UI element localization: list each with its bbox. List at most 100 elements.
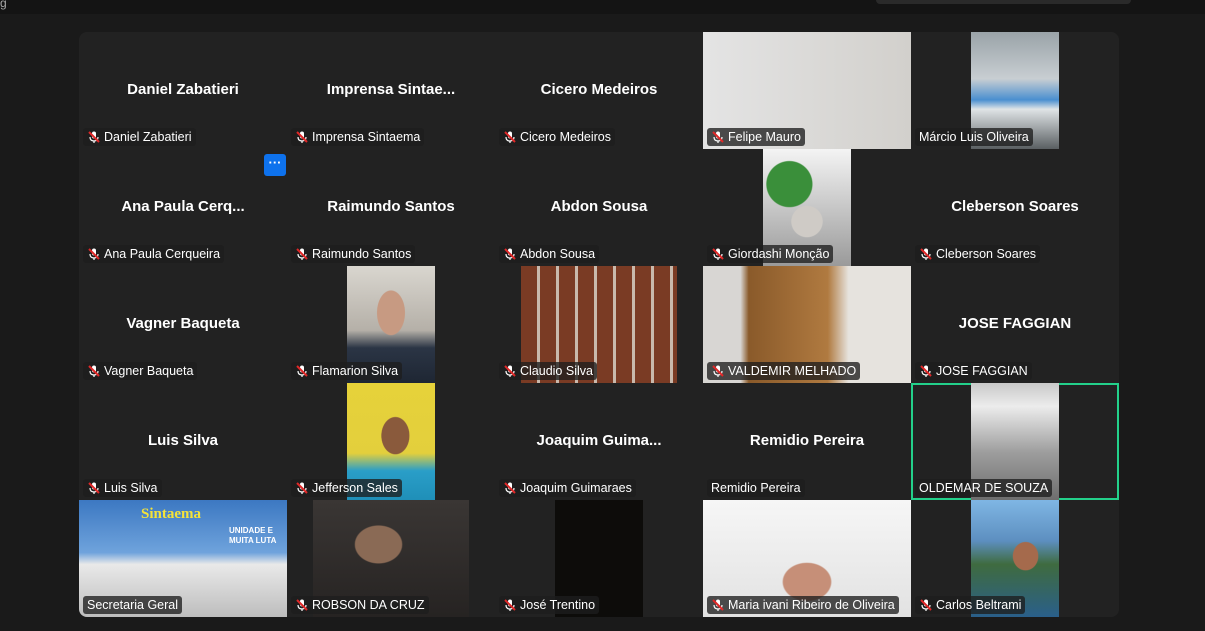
participant-label-text: OLDEMAR DE SOUZA <box>919 481 1049 495</box>
participant-tile[interactable]: Abdon Sousa Abdon Sousa <box>495 149 703 266</box>
participant-label: Giordashi Monção <box>707 245 834 263</box>
participant-name-display: Joaquim Guima... <box>536 432 662 449</box>
participant-label: Cicero Medeiros <box>499 128 616 146</box>
participant-tile-active-speaker[interactable]: OLDEMAR DE SOUZA <box>911 383 1119 500</box>
participant-label-text: Felipe Mauro <box>728 130 801 144</box>
banner-logo: Sintaema <box>141 506 201 522</box>
participant-label-text: Cleberson Soares <box>936 247 1037 261</box>
microphone-muted-icon <box>295 130 309 144</box>
participant-tile[interactable]: Sintaema UNIDADE E MUITA LUTA Secretaria… <box>79 500 287 617</box>
microphone-muted-icon <box>919 364 933 378</box>
participant-label: Claudio Silva <box>499 362 597 380</box>
more-options-button[interactable]: ··· <box>264 154 286 176</box>
participant-name-display: Daniel Zabatieri <box>127 81 239 98</box>
participant-label: JOSE FAGGIAN <box>915 362 1032 380</box>
participant-label-text: Secretaria Geral <box>87 598 179 612</box>
participant-tile[interactable]: Joaquim Guima... Joaquim Guimaraes <box>495 383 703 500</box>
participant-label-text: Imprensa Sintaema <box>312 130 421 144</box>
participant-label: Abdon Sousa <box>499 245 600 263</box>
microphone-muted-icon <box>295 247 309 261</box>
participant-label-text: Daniel Zabatieri <box>104 130 192 144</box>
participant-label-text: Márcio Luis Oliveira <box>919 130 1029 144</box>
microphone-muted-icon <box>295 598 309 612</box>
participant-tile[interactable]: Raimundo Santos Raimundo Santos <box>287 149 495 266</box>
participant-tile[interactable]: Daniel Zabatieri Daniel Zabatieri <box>79 32 287 149</box>
participant-tile[interactable]: Márcio Luis Oliveira <box>911 32 1119 149</box>
microphone-muted-icon <box>503 598 517 612</box>
participant-label: Remidio Pereira <box>707 479 805 497</box>
participant-tile[interactable]: ROBSON DA CRUZ <box>287 500 495 617</box>
participant-name-display: Vagner Baqueta <box>126 315 240 332</box>
participant-label-text: Remidio Pereira <box>711 481 801 495</box>
microphone-muted-icon <box>919 598 933 612</box>
participant-label-text: Carlos Beltrami <box>936 598 1022 612</box>
participant-tile[interactable]: Cleberson Soares Cleberson Soares <box>911 149 1119 266</box>
microphone-muted-icon <box>87 130 101 144</box>
participant-label-text: Jefferson Sales <box>312 481 398 495</box>
participant-name-display: Luis Silva <box>147 432 219 449</box>
participant-tile[interactable]: Luis Silva Luis Silva <box>79 383 287 500</box>
participant-label: Jefferson Sales <box>291 479 402 497</box>
gallery-view: Daniel Zabatieri Daniel Zabatieri Impren… <box>79 32 1119 617</box>
microphone-muted-icon <box>711 364 725 378</box>
participant-label: Luis Silva <box>83 479 162 497</box>
participant-label-text: José Trentino <box>520 598 596 612</box>
participant-name-display: Imprensa Sintae... <box>326 81 456 98</box>
participant-name-display: Cleberson Soares <box>951 198 1079 215</box>
participant-label-text: Claudio Silva <box>520 364 593 378</box>
participant-name-display: JOSE FAGGIAN <box>958 315 1072 332</box>
participant-label-text: Cicero Medeiros <box>520 130 612 144</box>
participant-label: OLDEMAR DE SOUZA <box>915 479 1053 497</box>
participant-label-text: Joaquim Guimaraes <box>520 481 632 495</box>
participant-label: Maria ivani Ribeiro de Oliveira <box>707 596 899 614</box>
participant-name-display: Remidio Pereira <box>749 432 865 449</box>
microphone-muted-icon <box>87 364 101 378</box>
participant-label-text: Abdon Sousa <box>520 247 596 261</box>
participant-label-text: Ana Paula Cerqueira <box>104 247 221 261</box>
participant-label: Joaquim Guimaraes <box>499 479 636 497</box>
participant-tile[interactable]: Claudio Silva <box>495 266 703 383</box>
microphone-muted-icon <box>295 364 309 378</box>
participant-tile[interactable]: Ana Paula Cerq... Ana Paula Cerqueira <box>79 149 287 266</box>
participant-label-text: Raimundo Santos <box>312 247 412 261</box>
microphone-muted-icon <box>503 130 517 144</box>
participant-label: Raimundo Santos <box>291 245 416 263</box>
participant-name-display: Ana Paula Cerq... <box>121 198 245 215</box>
participant-tile[interactable]: Carlos Beltrami <box>911 500 1119 617</box>
participant-name-display: Cicero Medeiros <box>540 81 658 98</box>
top-bar: g <box>0 0 1205 14</box>
participant-tile[interactable]: JOSE FAGGIAN JOSE FAGGIAN <box>911 266 1119 383</box>
participant-tile[interactable]: Jefferson Sales <box>287 383 495 500</box>
participant-label-text: Flamarion Silva <box>312 364 399 378</box>
microphone-muted-icon <box>919 247 933 261</box>
participant-name-display: Raimundo Santos <box>327 198 455 215</box>
participant-tile[interactable]: Flamarion Silva <box>287 266 495 383</box>
participant-label: José Trentino <box>499 596 600 614</box>
participant-tile[interactable]: Imprensa Sintae... Imprensa Sintaema <box>287 32 495 149</box>
participant-tile[interactable]: Maria ivani Ribeiro de Oliveira <box>703 500 911 617</box>
participant-tile[interactable]: Remidio Pereira Remidio Pereira <box>703 383 911 500</box>
microphone-muted-icon <box>503 364 517 378</box>
participant-tile[interactable]: Cicero Medeiros Cicero Medeiros <box>495 32 703 149</box>
participant-tile[interactable]: Felipe Mauro <box>703 32 911 149</box>
microphone-muted-icon <box>503 247 517 261</box>
top-search-box[interactable] <box>876 0 1131 4</box>
participant-label: Carlos Beltrami <box>915 596 1026 614</box>
participant-label-text: ROBSON DA CRUZ <box>312 598 425 612</box>
title-glyph: g <box>0 0 7 10</box>
participant-label: ROBSON DA CRUZ <box>291 596 429 614</box>
participant-label: Márcio Luis Oliveira <box>915 128 1033 146</box>
microphone-muted-icon <box>711 247 725 261</box>
participant-label: Ana Paula Cerqueira <box>83 245 225 263</box>
participant-label: Flamarion Silva <box>291 362 403 380</box>
participant-tile[interactable]: José Trentino <box>495 500 703 617</box>
participant-label: Secretaria Geral <box>83 596 183 614</box>
microphone-muted-icon <box>711 598 725 612</box>
participant-label: Vagner Baqueta <box>83 362 198 380</box>
participant-label: Daniel Zabatieri <box>83 128 196 146</box>
banner-slogan-2: MUITA LUTA <box>229 536 277 545</box>
participant-tile[interactable]: Giordashi Monção <box>703 149 911 266</box>
participant-tile[interactable]: VALDEMIR MELHADO <box>703 266 911 383</box>
participant-label-text: Giordashi Monção <box>728 247 830 261</box>
participant-tile[interactable]: Vagner Baqueta Vagner Baqueta <box>79 266 287 383</box>
